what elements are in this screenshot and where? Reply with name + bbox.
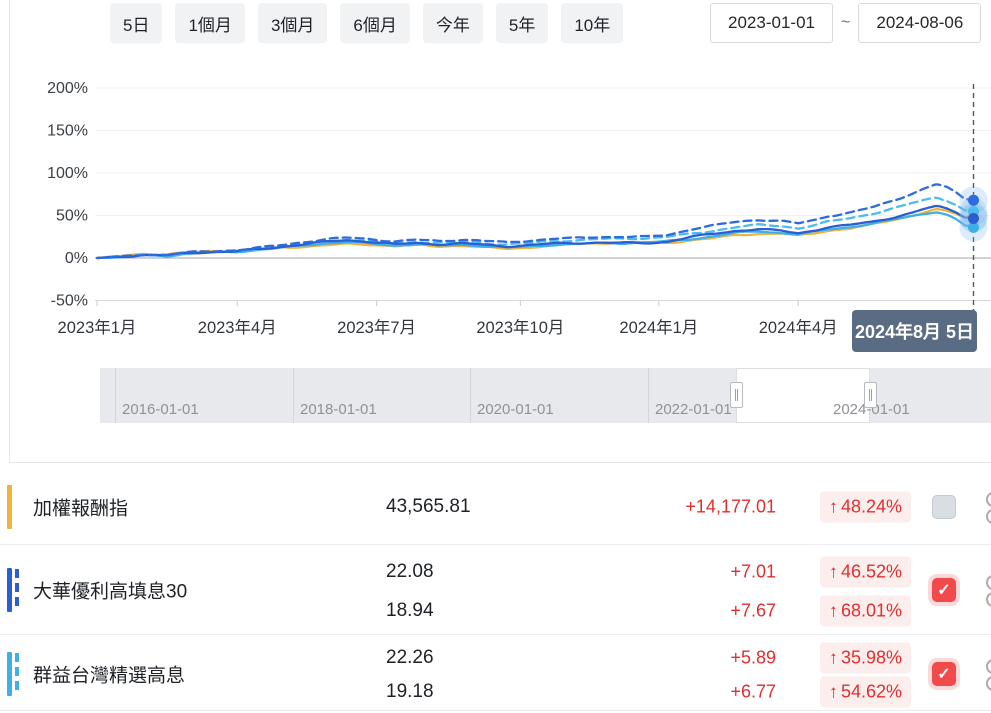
slider-handle-left[interactable] [730,382,743,408]
fragment-mark [986,592,991,607]
nav-value: 18.94 [386,600,434,622]
up-arrow-icon: ↑ [829,562,838,582]
visibility-checkbox-1[interactable]: ✓ [932,578,956,602]
up-arrow-icon: ↑ [829,682,838,702]
range-buttons: 5日 1個月 3個月 6個月今年 5年 10年 [110,3,623,43]
slider-gridline-2 [470,368,471,423]
solid-line-swatch [7,652,12,696]
percent-change-value: 48.24% [841,497,902,517]
range-button-5[interactable]: 5年 [496,3,548,43]
up-arrow-icon: ↑ [829,648,838,668]
series-name: 加權報酬指 [33,494,128,521]
range-button-3[interactable]: 6個月 [340,3,409,43]
cursor-date-tooltip: 2024年8月 5日 [852,310,977,352]
percent-change-badge: ↑35.98% [820,643,911,674]
date-range-separator: ~ [841,14,850,32]
range-button-6[interactable]: 10年 [561,3,623,43]
visibility-checkbox-0[interactable] [932,495,956,519]
fragment-mark [986,659,991,674]
slider-label-1: 2018-01-01 [300,401,377,418]
series-name: 大華優利高填息30 [33,577,187,604]
range-button-4[interactable]: 今年 [423,3,483,43]
series-color-indicator [7,568,19,612]
percent-change-value: 68.01% [841,601,902,621]
check-icon: ✓ [937,664,950,684]
series-color-indicator [7,652,19,696]
dashed-line-swatch [15,569,19,611]
nav-value: 19.18 [386,681,434,703]
date-to-input[interactable]: 2024-08-06 [858,3,981,43]
slider-gridline-0 [115,368,116,423]
dashed-line-swatch [15,653,19,695]
solid-line-swatch [7,568,12,612]
change-value: +7.01 [730,562,776,583]
date-range-picker: 2023-01-01 ~ 2024-08-06 [710,3,981,43]
fragment-mark [986,676,991,691]
series-name: 群益台灣精選高息 [33,661,185,688]
percent-change-value: 35.98% [841,648,902,668]
nav-value: 43,565.81 [386,496,471,518]
slider-gridline-3 [648,368,649,423]
up-arrow-icon: ↑ [829,497,838,517]
slider-gridline-1 [293,368,294,423]
change-value: +6.77 [730,682,776,703]
nav-value: 22.08 [386,561,434,583]
percent-change-badge: ↑54.62% [820,677,911,708]
slider-handle-right[interactable] [864,382,877,408]
fragment-mark [986,509,991,524]
percent-change-value: 46.52% [841,562,902,582]
table-row-2: 群益台灣精選高息 22.26 +5.89 ↑35.98% 19.18 +6.77 ↑54.6… [0,634,991,713]
fragment-mark [986,492,991,507]
percent-change-badge: ↑68.01% [820,596,911,627]
solid-line-swatch [7,485,12,529]
check-icon: ✓ [937,580,950,600]
percent-change-badge: ↑48.24% [820,492,911,523]
slider-label-3: 2022-01-01 [655,401,732,418]
clipped-column-fragment [983,573,991,607]
range-button-2[interactable]: 3個月 [258,3,327,43]
change-value: +5.89 [730,648,776,669]
range-button-1[interactable]: 1個月 [175,3,244,43]
percent-change-badge: ↑46.52% [820,557,911,588]
date-from-input[interactable]: 2023-01-01 [710,3,833,43]
nav-value: 22.26 [386,647,434,669]
series-color-indicator [7,485,12,529]
date-range-slider[interactable]: 2016-01-01 2018-01-01 2020-01-01 2022-01-01… [100,368,991,423]
clipped-column-fragment [983,657,991,691]
clipped-column-fragment [983,490,991,524]
fragment-mark [986,575,991,590]
table-bottom-divider [0,710,991,711]
change-value: +14,177.01 [685,497,776,518]
slider-label-2: 2020-01-01 [477,401,554,418]
percent-change-value: 54.62% [841,682,902,702]
range-button-0[interactable]: 5日 [110,3,162,43]
slider-label-0: 2016-01-01 [122,401,199,418]
up-arrow-icon: ↑ [829,601,838,621]
change-value: +7.67 [730,601,776,622]
table-row-0: 加權報酬指 43,565.81 +14,177.01 ↑48.24% [0,470,991,544]
visibility-checkbox-2[interactable]: ✓ [932,662,956,686]
table-row-1: 大華優利高填息30 22.08 +7.01 ↑46.52% 18.94 +7.67 ↑68.… [0,544,991,635]
